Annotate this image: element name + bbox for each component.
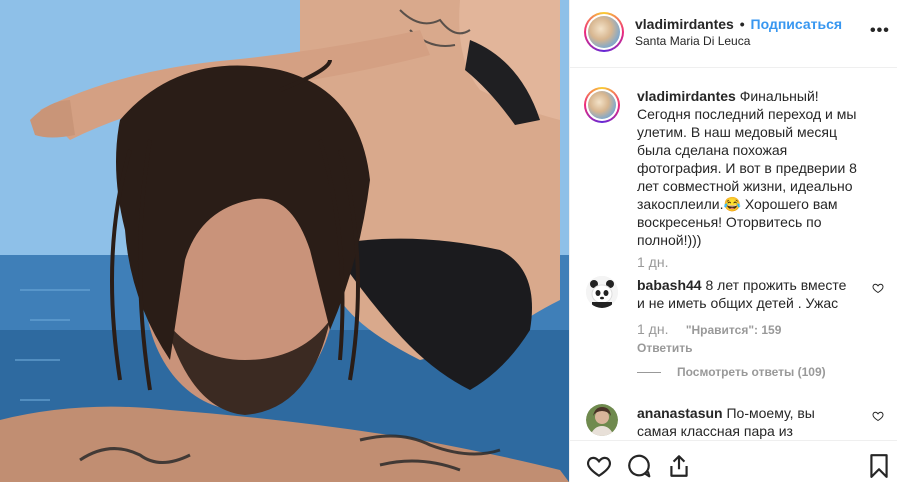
author-username[interactable]: vladimirdantes — [635, 16, 734, 32]
caption-avatar[interactable] — [584, 87, 620, 123]
post-photo — [0, 0, 569, 482]
caption-username[interactable]: vladimirdantes — [637, 88, 736, 104]
comment-icon[interactable] — [626, 453, 652, 479]
more-options-icon[interactable]: ••• — [870, 22, 889, 40]
photo-illustration — [0, 0, 569, 482]
commenter-avatar-panda[interactable] — [586, 276, 618, 308]
action-bar — [570, 440, 897, 482]
comments-list[interactable]: vladimirdantes Финальный! Сегодня послед… — [570, 69, 897, 440]
header-user-line: vladimirdantes • Подписаться — [635, 16, 842, 32]
heart-icon[interactable] — [586, 453, 612, 479]
comment-text-block: babash44 8 лет прожить вместе и не иметь… — [637, 276, 852, 357]
view-replies-line — [637, 372, 661, 374]
comment-like-heart-icon[interactable] — [872, 282, 884, 294]
comment-text-block: ananastasun По-моему, вы самая классная … — [637, 404, 852, 440]
follow-button[interactable]: Подписаться — [751, 16, 843, 32]
author-avatar[interactable] — [584, 12, 624, 52]
comment-username[interactable]: ananastasun — [637, 405, 723, 421]
comment-username[interactable]: babash44 — [637, 277, 702, 293]
bookmark-icon[interactable] — [866, 453, 892, 479]
comment-time[interactable]: 1 дн. — [637, 321, 668, 337]
caption-text: Финальный! Сегодня последний переход и м… — [637, 88, 857, 248]
comment-meta: 1 дн. "Нравится": 159 — [637, 320, 852, 339]
share-icon[interactable] — [666, 453, 692, 479]
comment-likes[interactable]: "Нравится": 159 — [686, 323, 782, 337]
commenter-avatar[interactable] — [586, 404, 618, 436]
post-location[interactable]: Santa Maria Di Leuca — [635, 34, 750, 48]
view-replies-label: Посмотреть ответы (109) — [677, 365, 826, 379]
post-side-panel: vladimirdantes • Подписаться Santa Maria… — [569, 0, 897, 482]
caption-time[interactable]: 1 дн. — [637, 253, 857, 271]
view-replies-button[interactable]: Посмотреть ответы (109) — [637, 365, 826, 379]
reply-button[interactable]: Ответить — [637, 339, 852, 357]
separator-dot: • — [739, 16, 745, 32]
caption-text-block: vladimirdantes Финальный! Сегодня послед… — [637, 87, 857, 271]
comment-like-heart-icon[interactable] — [872, 410, 884, 422]
post-header: vladimirdantes • Подписаться Santa Maria… — [570, 0, 897, 68]
